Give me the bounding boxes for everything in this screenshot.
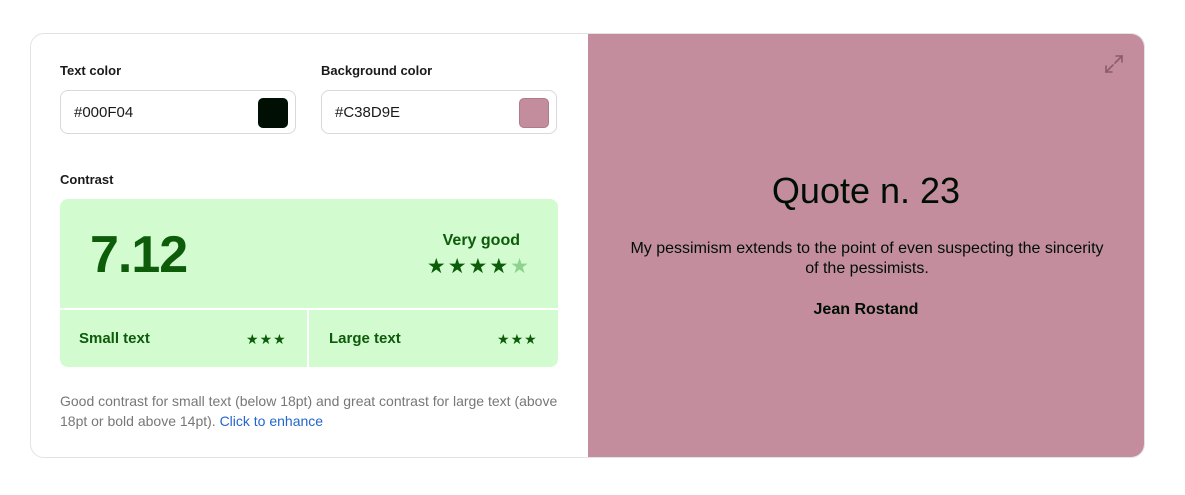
expand-icon[interactable] bbox=[1104, 54, 1124, 74]
divider bbox=[307, 310, 309, 367]
star-icon: ★ bbox=[468, 255, 488, 278]
text-color-input[interactable]: #000F04 bbox=[60, 90, 296, 134]
star-icon: ★ bbox=[524, 331, 537, 347]
contrast-checker-card: Text color #000F04 Background color #C38… bbox=[30, 33, 1145, 458]
contrast-description: Good contrast for small text (below 18pt… bbox=[60, 391, 560, 431]
star-icon: ★ bbox=[489, 255, 509, 278]
background-color-swatch[interactable] bbox=[519, 98, 549, 128]
star-icon: ★ bbox=[273, 331, 286, 347]
star-icon: ★ bbox=[510, 331, 524, 347]
rating-stars: ★ ★ ★ ★ ★ bbox=[427, 256, 529, 278]
contrast-result-box: 7.12 Very good ★ ★ ★ ★ ★ Small text ★ ★ … bbox=[60, 199, 558, 367]
star-icon: ★ bbox=[259, 331, 273, 347]
controls-panel: Text color #000F04 Background color #C38… bbox=[31, 34, 588, 457]
large-text-label: Large text bbox=[329, 330, 401, 347]
star-icon: ★ bbox=[426, 255, 446, 278]
star-icon: ★ bbox=[246, 331, 259, 347]
contrast-label: Contrast bbox=[60, 172, 114, 187]
small-text-stars: ★ ★ ★ bbox=[246, 331, 286, 347]
small-text-label: Small text bbox=[79, 330, 150, 347]
divider bbox=[60, 308, 558, 310]
large-text-stars: ★ ★ ★ bbox=[497, 331, 537, 347]
enhance-link[interactable]: Click to enhance bbox=[220, 413, 324, 429]
preview-panel: Quote n. 23 My pessimism extends to the … bbox=[588, 34, 1144, 457]
text-color-swatch[interactable] bbox=[258, 98, 288, 128]
star-icon: ★ bbox=[497, 331, 510, 347]
quote-text: My pessimism extends to the point of eve… bbox=[630, 240, 1104, 277]
quote-title: Quote n. 23 bbox=[771, 170, 961, 211]
quote-author: Jean Rostand bbox=[813, 301, 919, 318]
background-color-label: Background color bbox=[321, 63, 433, 78]
contrast-rating: Very good bbox=[442, 232, 520, 249]
contrast-ratio: 7.12 bbox=[90, 226, 188, 284]
star-icon: ★ bbox=[447, 255, 467, 278]
background-color-input[interactable]: #C38D9E bbox=[321, 90, 557, 134]
text-color-value[interactable]: #000F04 bbox=[74, 104, 133, 121]
background-color-value[interactable]: #C38D9E bbox=[335, 104, 400, 121]
star-empty-icon: ★ bbox=[510, 255, 529, 278]
text-color-label: Text color bbox=[60, 63, 122, 78]
